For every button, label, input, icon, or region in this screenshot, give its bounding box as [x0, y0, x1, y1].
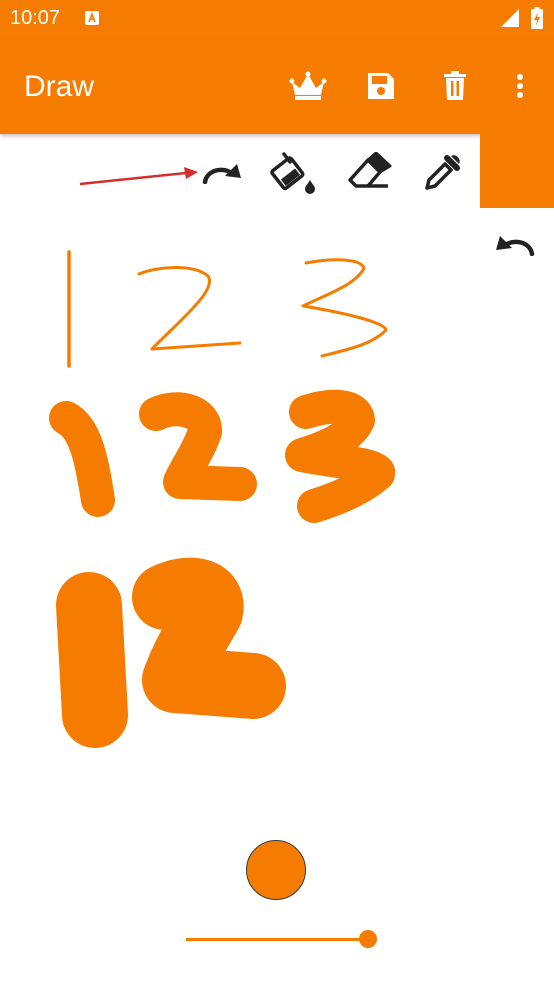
fill-button[interactable] [270, 150, 318, 198]
save-icon [367, 72, 395, 105]
stroke-digit-2-medium [139, 392, 257, 501]
more-vert-icon [516, 73, 524, 104]
drawing-canvas[interactable] [0, 134, 554, 834]
slider-track [186, 938, 368, 941]
save-button[interactable] [361, 68, 401, 108]
app-notification-icon [84, 10, 100, 31]
eraser-icon [346, 151, 392, 197]
redo-button[interactable] [197, 150, 245, 198]
crown-button[interactable] [288, 68, 328, 108]
stroke-digit-3-medium [285, 389, 395, 523]
color-picker-button[interactable] [419, 150, 467, 198]
more-options-button[interactable] [500, 68, 540, 108]
brush-size-slider[interactable] [186, 926, 386, 954]
status-bar: 10:07 [0, 0, 554, 38]
undo-icon [494, 232, 538, 261]
annotation-arrow-head [184, 167, 198, 179]
redo-icon [199, 160, 243, 189]
app-bar: Draw [0, 38, 554, 134]
battery-charging-icon [531, 7, 543, 34]
brush-color-button[interactable] [480, 134, 554, 208]
stroke-digit-2-thick [132, 557, 286, 719]
drawing-strokes [49, 167, 395, 748]
stroke-digit-2-thin [137, 266, 242, 351]
app-title: Draw [24, 70, 95, 103]
stroke-digit-1-thick [56, 572, 128, 748]
brush-size-preview [246, 840, 306, 900]
delete-icon [443, 70, 467, 106]
delete-button[interactable] [435, 68, 475, 108]
eraser-button[interactable] [345, 150, 393, 198]
color-picker-icon [423, 152, 463, 197]
undo-button[interactable] [492, 222, 540, 270]
signal-icon [500, 8, 520, 33]
stroke-digit-3-thin [301, 258, 388, 358]
stroke-digit-1-medium [49, 401, 115, 517]
annotation-arrow-line [79, 171, 187, 186]
status-time: 10:07 [10, 7, 61, 29]
slider-thumb[interactable] [359, 930, 377, 948]
fill-icon [270, 150, 318, 199]
crown-icon [289, 71, 327, 106]
